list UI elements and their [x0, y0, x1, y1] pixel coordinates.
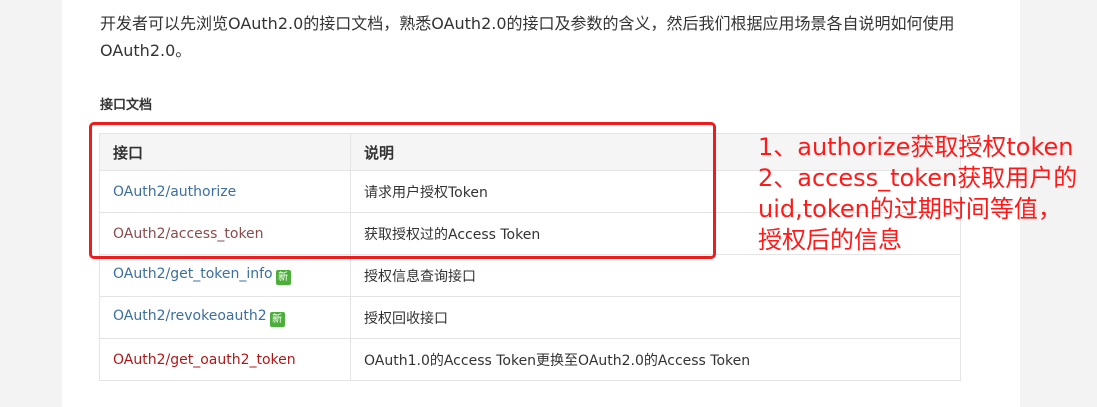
annotation-note: 1、authorize获取授权token 2、access_token获取用户的…	[758, 132, 1094, 256]
annotation-line: 2、access_token获取用户的	[758, 164, 1078, 192]
endpoint-link-get-token-info[interactable]: OAuth2/get_token_info	[113, 266, 273, 282]
highlight-box	[89, 122, 716, 259]
new-badge: 新	[275, 270, 291, 285]
section-title: 接口文档	[100, 98, 153, 113]
description-cell: 授权回收接口	[350, 296, 961, 339]
annotation-line: 1、authorize获取授权token	[758, 133, 1074, 161]
new-badge: 新	[269, 312, 285, 327]
annotation-line: 授权后的信息	[758, 226, 902, 254]
endpoint-link-revokeoauth2[interactable]: OAuth2/revokeoauth2	[113, 308, 267, 324]
endpoint-cell: OAuth2/get_token_info 新	[99, 254, 351, 297]
description-cell: 授权信息查询接口	[350, 254, 961, 297]
table-row: OAuth2/get_oauth2_token OAuth1.0的Access …	[99, 338, 961, 381]
endpoint-cell: OAuth2/revokeoauth2 新	[99, 296, 351, 339]
annotation-line: uid,token的过期时间等值，	[758, 195, 1062, 223]
endpoint-cell: OAuth2/get_oauth2_token	[99, 338, 351, 381]
intro-paragraph: 开发者可以先浏览OAuth2.0的接口文档，熟悉OAuth2.0的接口及参数的含…	[100, 14, 955, 60]
endpoint-link-get-oauth2-token[interactable]: OAuth2/get_oauth2_token	[113, 352, 296, 368]
table-row: OAuth2/get_token_info 新 授权信息查询接口	[99, 254, 961, 297]
description-cell: OAuth1.0的Access Token更换至OAuth2.0的Access …	[350, 338, 961, 381]
table-row: OAuth2/revokeoauth2 新 授权回收接口	[99, 296, 961, 339]
